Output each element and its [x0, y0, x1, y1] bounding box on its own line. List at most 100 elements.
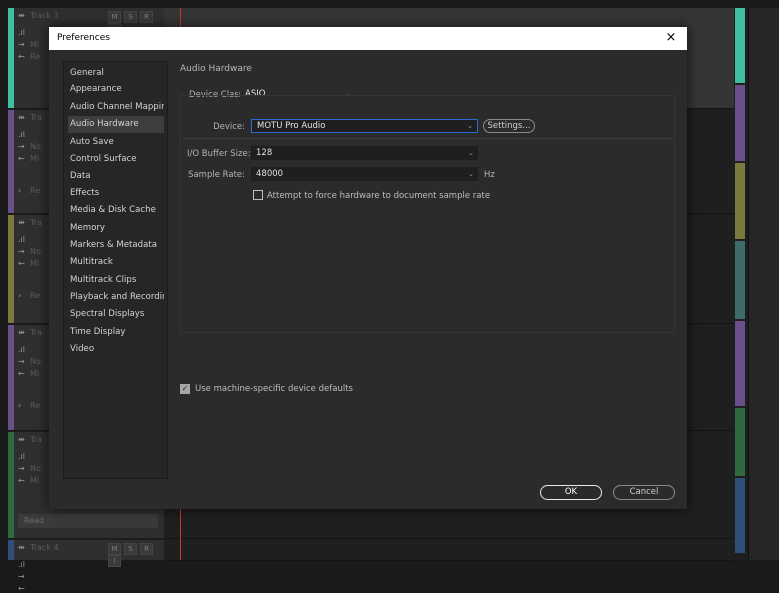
nav-item-spectral-displays[interactable]: Spectral Displays	[68, 306, 164, 323]
track-lane[interactable]	[164, 540, 734, 561]
track-routing-row[interactable]: ← Re	[18, 52, 40, 61]
track-routing-row[interactable]: → Mi	[18, 40, 39, 49]
track-routing-row[interactable]: ← Mi	[18, 154, 39, 163]
track-routing-row[interactable]: ← Mi	[18, 476, 39, 485]
track-routing-row[interactable]: → No	[18, 357, 41, 366]
nav-item-time-display[interactable]: Time Display	[68, 324, 164, 341]
vertical-scrollbar[interactable]	[748, 8, 779, 560]
track-buttons: MSR I	[108, 543, 164, 567]
sample-rate-dropdown[interactable]: 48000 ⌄	[251, 167, 478, 181]
track-color-swatch	[8, 325, 14, 430]
track-routing-row[interactable]: .ıl	[18, 235, 30, 244]
settings-button[interactable]: Settings...	[483, 119, 535, 133]
automation-read-dropdown[interactable]: Read	[18, 514, 158, 528]
output-icon: ←	[18, 369, 25, 378]
nav-item-appearance[interactable]: Appearance	[68, 81, 164, 98]
nav-item-media-disk-cache[interactable]: Media & Disk Cache	[68, 202, 164, 219]
track-move-icon: ⇹	[18, 218, 25, 227]
nav-item-multitrack[interactable]: Multitrack	[68, 254, 164, 271]
output-icon: ←	[18, 259, 25, 268]
track-color-segment	[735, 8, 745, 83]
track-toggle-button[interactable]: S	[124, 543, 137, 555]
nav-item-data[interactable]: Data	[68, 168, 164, 185]
track-color-swatch	[8, 8, 14, 108]
track-toggle-button[interactable]: S	[124, 11, 137, 23]
chevron-down-icon: ⌄	[468, 149, 474, 157]
nav-item-markers-metadata[interactable]: Markers & Metadata	[68, 237, 164, 254]
nav-item-multitrack-clips[interactable]: Multitrack Clips	[68, 272, 164, 289]
track-color-segment	[735, 163, 745, 239]
track-color-segment	[735, 321, 745, 406]
track-toggle-button[interactable]: R	[140, 543, 153, 555]
track-toggle-button[interactable]: I	[108, 555, 121, 567]
force-sample-rate-checkbox[interactable]	[253, 190, 263, 200]
track-read-row[interactable]: › Re	[18, 291, 40, 300]
track-routing-row[interactable]: .ıl	[18, 28, 30, 37]
input-icon: →	[18, 40, 25, 49]
track-move-icon: ⇹	[18, 328, 25, 337]
track-move-icon: ⇹	[18, 113, 25, 122]
preferences-nav: General Appearance Audio Channel Mapping Au…	[63, 61, 168, 479]
nav-item-effects[interactable]: Effects	[68, 185, 164, 202]
track-routing-row[interactable]: → No	[18, 247, 41, 256]
track-routing-row[interactable]: .ıl	[18, 345, 30, 354]
track-routing-row[interactable]: →	[18, 572, 30, 581]
track-name[interactable]: ⇹ Tra	[18, 435, 42, 444]
volume-icon: .ıl	[18, 130, 25, 139]
sample-rate-value: 48000	[256, 169, 284, 179]
close-icon[interactable]: ×	[662, 29, 680, 47]
track-routing-label: Mi	[30, 259, 40, 268]
track-toggle-button[interactable]: R	[140, 11, 153, 23]
sample-rate-unit: Hz	[484, 170, 495, 180]
track-name[interactable]: ⇹ Track 4	[18, 543, 59, 552]
track-routing-row[interactable]: ← Mi	[18, 369, 39, 378]
track-name[interactable]: ⇹ Tra	[18, 328, 42, 337]
device-label: Device:	[213, 122, 245, 132]
track-routing-row[interactable]: → No	[18, 464, 41, 473]
nav-item-general[interactable]: General	[68, 65, 164, 82]
track-color-segment	[735, 478, 745, 553]
chevron-right-icon: ›	[18, 186, 22, 195]
track-color-segment	[735, 241, 745, 319]
output-icon: ←	[18, 476, 25, 485]
track-routing-label: No	[30, 247, 41, 256]
nav-item-video[interactable]: Video	[68, 341, 164, 358]
nav-item-memory[interactable]: Memory	[68, 220, 164, 237]
track-routing-label: No	[30, 464, 41, 473]
machine-defaults-checkbox[interactable]: ✓	[180, 384, 190, 394]
preferences-dialog: Preferences × General Appearance Audio Cha…	[49, 27, 687, 509]
track-toggle-button[interactable]: M	[108, 543, 121, 555]
device-value: MOTU Pro Audio	[257, 121, 326, 131]
nav-item-playback-and-recording[interactable]: Playback and Recording	[68, 289, 164, 306]
nav-item-control-surface[interactable]: Control Surface	[68, 151, 164, 168]
nav-item-auto-save[interactable]: Auto Save	[68, 134, 164, 151]
cancel-button[interactable]: Cancel	[613, 485, 675, 500]
track-move-icon: ⇹	[18, 11, 25, 20]
track-read-row[interactable]: › Re	[18, 401, 40, 410]
nav-item-audio-hardware[interactable]: Audio Hardware	[68, 116, 164, 133]
track-routing-row[interactable]: .ıl	[18, 560, 30, 569]
automation-mode: Re	[30, 186, 41, 195]
track-routing-row[interactable]: .ıl	[18, 452, 30, 461]
volume-icon: .ıl	[18, 560, 25, 569]
device-dropdown[interactable]: MOTU Pro Audio ⌄	[251, 119, 478, 133]
track-name[interactable]: ⇹ Tra	[18, 218, 42, 227]
volume-icon: .ıl	[18, 235, 25, 244]
ok-button[interactable]: OK	[540, 485, 602, 500]
track-routing-row[interactable]: → No	[18, 142, 41, 151]
dialog-title: Preferences	[57, 33, 110, 43]
track-read-row[interactable]: › Re	[18, 186, 40, 195]
buffer-size-dropdown[interactable]: 128 ⌄	[251, 146, 478, 160]
input-icon: →	[18, 572, 25, 581]
track-move-icon: ⇹	[18, 543, 25, 552]
track-name[interactable]: ⇹ Tra	[18, 113, 42, 122]
automation-mode: Re	[30, 401, 41, 410]
track-toggle-button[interactable]: M	[108, 11, 121, 23]
nav-item-audio-channel-mapping[interactable]: Audio Channel Mapping	[68, 99, 164, 116]
track-name[interactable]: ⇹ Track 3	[18, 11, 59, 20]
chevron-down-icon: ⌄	[467, 122, 473, 130]
track-routing-row[interactable]: .ıl	[18, 130, 30, 139]
track-routing-row[interactable]: ←	[18, 584, 30, 593]
track-routing-row[interactable]: ← Mi	[18, 259, 39, 268]
track-header[interactable]: ⇹ Track 4 M S R I .ıl → ←	[8, 540, 164, 593]
